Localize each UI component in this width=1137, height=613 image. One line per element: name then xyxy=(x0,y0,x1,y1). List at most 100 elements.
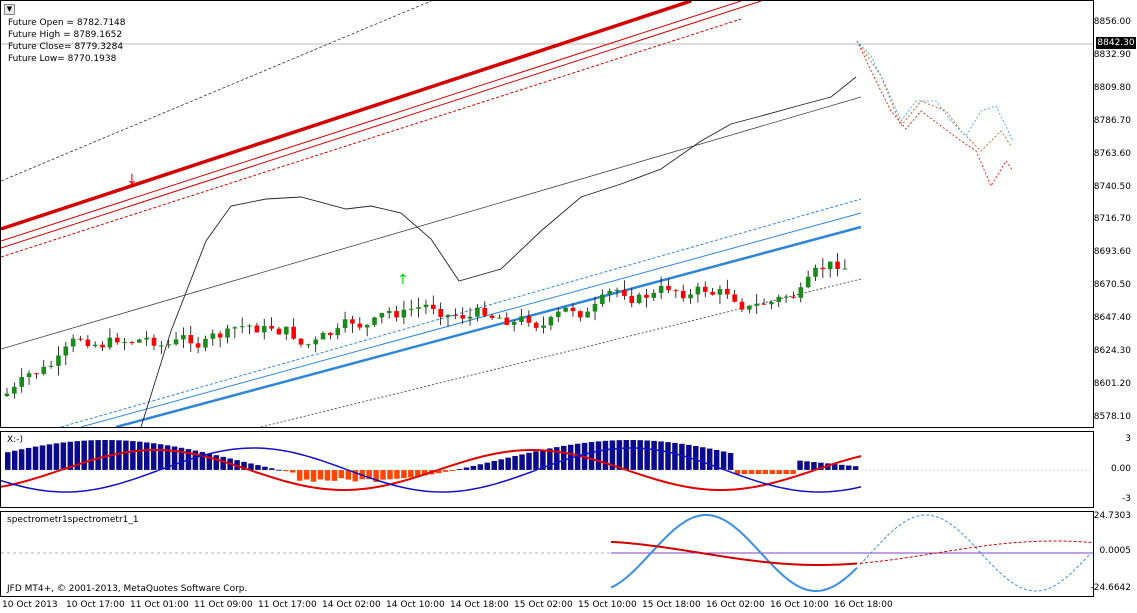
histogram-bar xyxy=(88,440,94,470)
price-tick: 8832.90 xyxy=(1093,50,1131,60)
time-label: 10 Oct 17:00 xyxy=(66,600,125,610)
price-tick: 8716.70 xyxy=(1093,214,1131,224)
histogram-bar xyxy=(783,470,789,474)
spectrometer-pane[interactable]: spectrometr1spectrometr1_1 JFD MT4+, © 2… xyxy=(0,511,1094,597)
candle-body xyxy=(600,294,605,304)
histogram-bar xyxy=(324,470,331,481)
candle-body xyxy=(695,286,701,295)
candle-body xyxy=(747,305,752,310)
candle-body xyxy=(56,355,61,366)
candle-body xyxy=(210,333,216,339)
histogram-bar xyxy=(526,452,532,470)
candle-body xyxy=(820,267,826,270)
candle-body xyxy=(203,338,208,348)
histogram-bar xyxy=(630,440,636,470)
candle-body xyxy=(585,311,590,318)
oscillator-pane[interactable]: X:-) xyxy=(0,431,1094,508)
candle-body xyxy=(217,333,223,338)
candle-body xyxy=(622,289,627,296)
time-label: 15 Oct 02:00 xyxy=(514,600,573,610)
candle-body xyxy=(445,314,451,317)
histogram-bar xyxy=(706,448,713,470)
candle-body xyxy=(504,317,510,325)
candle-body xyxy=(291,326,296,339)
histogram-bar xyxy=(852,466,859,470)
histogram-bar xyxy=(116,440,122,470)
spec-tick: -24.6642 xyxy=(1090,583,1131,593)
candle-body xyxy=(555,311,561,318)
candle-body xyxy=(239,326,245,328)
time-label: 15 Oct 18:00 xyxy=(642,600,701,610)
candle-body xyxy=(636,294,642,304)
time-label: 16 Oct 02:00 xyxy=(706,600,765,610)
candle-body xyxy=(607,290,612,295)
candle-body xyxy=(460,315,465,319)
time-label: 14 Oct 18:00 xyxy=(450,600,509,610)
time-label: 14 Oct 02:00 xyxy=(322,600,381,610)
candle-body xyxy=(423,304,429,308)
candle-body xyxy=(497,317,502,319)
buy-arrow-icon: ↑ xyxy=(397,272,409,288)
spectrometer-red-forecast xyxy=(859,540,1092,564)
histogram-bar xyxy=(144,442,150,470)
price-tick: 8624.30 xyxy=(1093,346,1131,356)
oscillator-canvas xyxy=(1,440,1093,493)
candle-body xyxy=(805,276,811,288)
histogram-bar xyxy=(519,454,525,470)
histogram-bar xyxy=(46,444,53,470)
histogram-bar xyxy=(401,470,407,479)
histogram-bar xyxy=(150,443,157,470)
osc-tick: -3 xyxy=(1122,494,1131,504)
histogram-bar xyxy=(665,442,671,470)
histogram-bar xyxy=(53,443,60,470)
candle-body xyxy=(114,337,120,343)
price-tick: 8670.50 xyxy=(1093,280,1131,290)
candle-body xyxy=(173,339,179,345)
histogram-bar xyxy=(470,465,477,470)
histogram-bar xyxy=(498,459,504,470)
spectrometer-axis: 24.7303 0.0005 -24.6642 xyxy=(1090,511,1137,597)
candle-body xyxy=(614,289,620,291)
price-tick: 8647.40 xyxy=(1093,313,1131,323)
candle-body xyxy=(92,344,98,347)
future-low-label: Future Low= 8770.1938 xyxy=(8,54,117,64)
candle-body xyxy=(533,322,539,328)
candle-body xyxy=(754,303,759,306)
candle-body xyxy=(306,344,311,346)
future-close-label: Future Close= 8779.3284 xyxy=(8,42,124,52)
future-open-label: Future Open = 8782.7148 xyxy=(8,18,126,28)
histogram-bar xyxy=(130,441,136,470)
candle-body xyxy=(328,332,333,336)
chart-menu-icon[interactable]: ▼ xyxy=(4,4,15,15)
main-price-chart[interactable]: ↓ ↑ ▼ Future Open = 8782.7148 Future High… xyxy=(0,0,1094,428)
histogram-bar xyxy=(380,470,386,480)
time-label: 14 Oct 10:00 xyxy=(386,600,445,610)
histogram-bar xyxy=(60,442,67,470)
histogram-bar xyxy=(255,465,261,470)
candle-body xyxy=(107,337,113,348)
time-label: 10 Oct 2013 xyxy=(2,600,58,610)
candle-body xyxy=(166,344,171,346)
forecast-blue xyxy=(856,40,1014,142)
candle-body xyxy=(335,328,341,336)
histogram-bar xyxy=(700,447,706,470)
histogram-bar xyxy=(95,440,101,470)
candle-body xyxy=(666,285,671,291)
histogram-bar xyxy=(623,440,630,470)
histogram-bar xyxy=(602,440,609,470)
histogram-bar xyxy=(394,470,400,479)
histogram-bar xyxy=(18,449,25,470)
candle-body xyxy=(372,317,377,325)
candle-body xyxy=(548,317,554,326)
candle-body xyxy=(320,332,326,340)
candle-body xyxy=(195,343,201,348)
candle-body xyxy=(247,325,252,327)
candle-body xyxy=(34,373,39,375)
price-tick: 8578.10 xyxy=(1093,412,1131,422)
oscillator-label: X:-) xyxy=(7,435,23,445)
price-tick: 8809.80 xyxy=(1093,83,1131,93)
histogram-bar xyxy=(39,445,46,470)
candle-body xyxy=(78,338,83,340)
candle-body xyxy=(416,307,421,309)
lower-band-dashed xyxy=(60,198,862,427)
